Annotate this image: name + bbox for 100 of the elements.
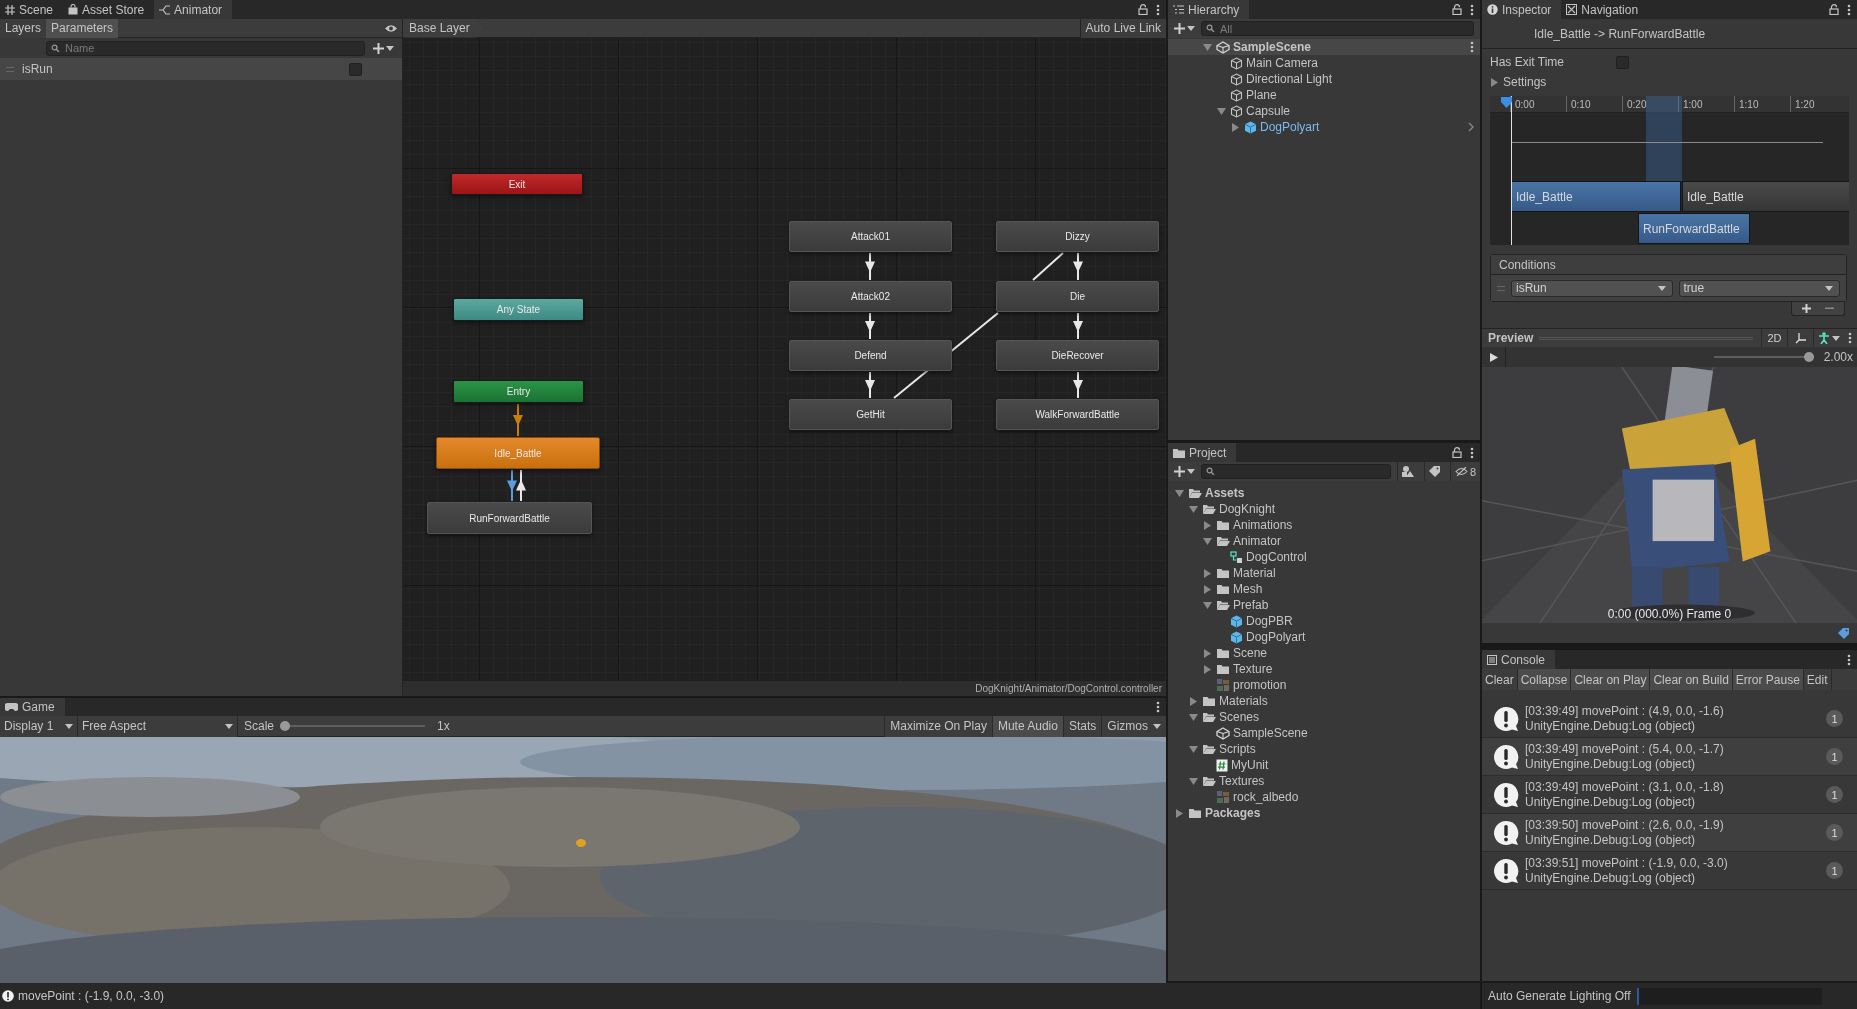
state-node[interactable]: Attack02 [789, 281, 952, 312]
tree-item-label[interactable]: DogKnight [1219, 502, 1276, 516]
editor-tab[interactable]: Animator [154, 0, 233, 19]
project-tab[interactable]: Project [1168, 443, 1237, 462]
tree-item-label[interactable]: Mesh [1233, 582, 1263, 596]
hierarchy-tab[interactable]: Hierarchy [1168, 0, 1250, 19]
state-node[interactable]: RunForwardBattle [427, 502, 592, 534]
transition-arrow[interactable] [507, 469, 517, 502]
playhead-icon[interactable] [1501, 97, 1512, 108]
clip-bar[interactable]: Idle_Battle [1511, 181, 1681, 212]
console-tab[interactable]: Console [1482, 650, 1556, 669]
tree-item-label[interactable]: Prefab [1233, 598, 1269, 612]
tag-icon[interactable] [1428, 466, 1440, 477]
expand-arrow[interactable] [1203, 600, 1212, 610]
expand-arrow[interactable] [1203, 520, 1212, 530]
transition-arrow[interactable] [865, 252, 875, 281]
toolbar-toggle[interactable]: Gizmos [1101, 715, 1166, 737]
tree-item-label[interactable]: Material [1233, 566, 1276, 580]
state-node[interactable]: Attack01 [789, 221, 952, 252]
expand-arrow[interactable] [1231, 122, 1240, 132]
state-node[interactable]: DieRecover [996, 340, 1159, 371]
toolbar-toggle[interactable]: Maximize On Play [884, 715, 992, 737]
menu-icon[interactable] [1470, 41, 1474, 53]
checkbox[interactable] [349, 62, 362, 76]
menu-icon[interactable] [1156, 3, 1160, 16]
search-field[interactable] [1201, 464, 1391, 479]
add-button[interactable] [1802, 304, 1811, 313]
transition-arrow[interactable] [865, 371, 875, 399]
status-message[interactable]: movePoint : (-1.9, 0.0, -3.0) [18, 989, 165, 1003]
figure-icon[interactable] [1817, 332, 1830, 344]
expand-arrow[interactable] [1203, 568, 1212, 578]
transition-arrow[interactable] [516, 469, 526, 502]
tree-item-label[interactable]: DogControl [1246, 550, 1307, 564]
menu-icon[interactable] [1848, 332, 1852, 344]
tree-item-label[interactable]: Scenes [1219, 710, 1260, 724]
aspect-dropdown[interactable]: Free Aspect [78, 715, 238, 737]
tree-item-label[interactable]: MyUnit [1231, 758, 1269, 772]
clip-bar[interactable]: RunForwardBattle [1638, 213, 1750, 244]
lock-icon[interactable] [1829, 4, 1839, 15]
tree-item-label[interactable]: Packages [1205, 806, 1261, 820]
tree-item-label[interactable]: SampleScene [1233, 726, 1308, 740]
menu-icon[interactable] [1847, 3, 1851, 16]
plus-icon[interactable] [1174, 23, 1185, 34]
search-field[interactable]: Name [46, 40, 365, 56]
game-tab[interactable]: Game [0, 698, 65, 716]
tree-item-label[interactable]: Capsule [1246, 104, 1291, 118]
tree-item-label[interactable]: Plane [1246, 88, 1277, 102]
expand-arrow[interactable] [1490, 77, 1499, 87]
expand-arrow[interactable] [1189, 776, 1198, 786]
axis-icon[interactable] [1794, 332, 1807, 344]
expand-arrow[interactable] [1203, 648, 1212, 658]
expand-arrow[interactable] [1203, 42, 1212, 52]
transition-arrow[interactable] [1073, 371, 1083, 399]
state-node[interactable]: Die [996, 281, 1159, 312]
state-node[interactable]: Defend [789, 340, 952, 371]
tree-item-label[interactable]: DogPolyart [1246, 630, 1306, 644]
tree-item-label[interactable]: DogPBR [1246, 614, 1293, 628]
state-node[interactable]: Exit [451, 173, 583, 195]
tree-item-label[interactable]: Texture [1233, 662, 1273, 676]
menu-icon[interactable] [1470, 3, 1474, 16]
tree-item-label[interactable]: Textures [1219, 774, 1265, 788]
parameter-dropdown[interactable]: isRun [1511, 279, 1673, 297]
tree-item-label[interactable]: promotion [1233, 678, 1287, 692]
checkbox[interactable] [1616, 55, 1629, 69]
plus-icon[interactable] [373, 42, 384, 54]
foldout-label[interactable]: Settings [1503, 75, 1547, 89]
tree-item-label[interactable]: Animations [1233, 518, 1293, 532]
expand-arrow[interactable] [1203, 664, 1212, 674]
lock-icon[interactable] [1138, 4, 1148, 15]
transition-arrow[interactable] [513, 403, 523, 437]
tree-item-label[interactable]: Animator [1233, 534, 1282, 548]
menu-icon[interactable] [1847, 653, 1851, 666]
expand-arrow[interactable] [1203, 536, 1212, 546]
state-node[interactable]: WalkForwardBattle [996, 399, 1159, 430]
plus-icon[interactable] [1174, 466, 1185, 477]
value-dropdown[interactable]: true [1678, 279, 1840, 297]
expand-arrow[interactable] [1217, 106, 1226, 116]
shapes-icon[interactable] [1401, 466, 1414, 477]
tree-item-label[interactable]: Materials [1219, 694, 1268, 708]
expand-arrow[interactable] [1189, 744, 1198, 754]
inspector-tab[interactable]: Inspector [1482, 0, 1562, 19]
state-node[interactable]: GetHit [789, 399, 952, 430]
expand-arrow[interactable] [1189, 712, 1198, 722]
lock-icon[interactable] [1452, 447, 1462, 458]
console-toggle[interactable]: Error Pause [1732, 669, 1804, 690]
menu-icon[interactable] [1470, 446, 1474, 459]
state-node[interactable]: Dizzy [996, 221, 1159, 252]
display-dropdown[interactable]: Display 1 [0, 715, 78, 737]
state-node[interactable]: Entry [453, 380, 584, 403]
console-toggle[interactable]: Collapse [1517, 669, 1572, 690]
tree-item-label[interactable]: Main Camera [1246, 56, 1319, 70]
console-toggle[interactable]: Clear [1482, 669, 1518, 690]
menu-icon[interactable] [1156, 701, 1160, 713]
transition-arrow[interactable] [1073, 252, 1083, 281]
tag-icon[interactable] [1838, 627, 1849, 639]
tree-item-label[interactable]: rock_albedo [1233, 790, 1299, 804]
tree-item-label[interactable]: Scripts [1219, 742, 1256, 756]
expand-arrow[interactable] [1175, 488, 1184, 498]
clip-bar[interactable]: Idle_Battle [1682, 181, 1849, 212]
expand-arrow[interactable] [1203, 584, 1212, 594]
